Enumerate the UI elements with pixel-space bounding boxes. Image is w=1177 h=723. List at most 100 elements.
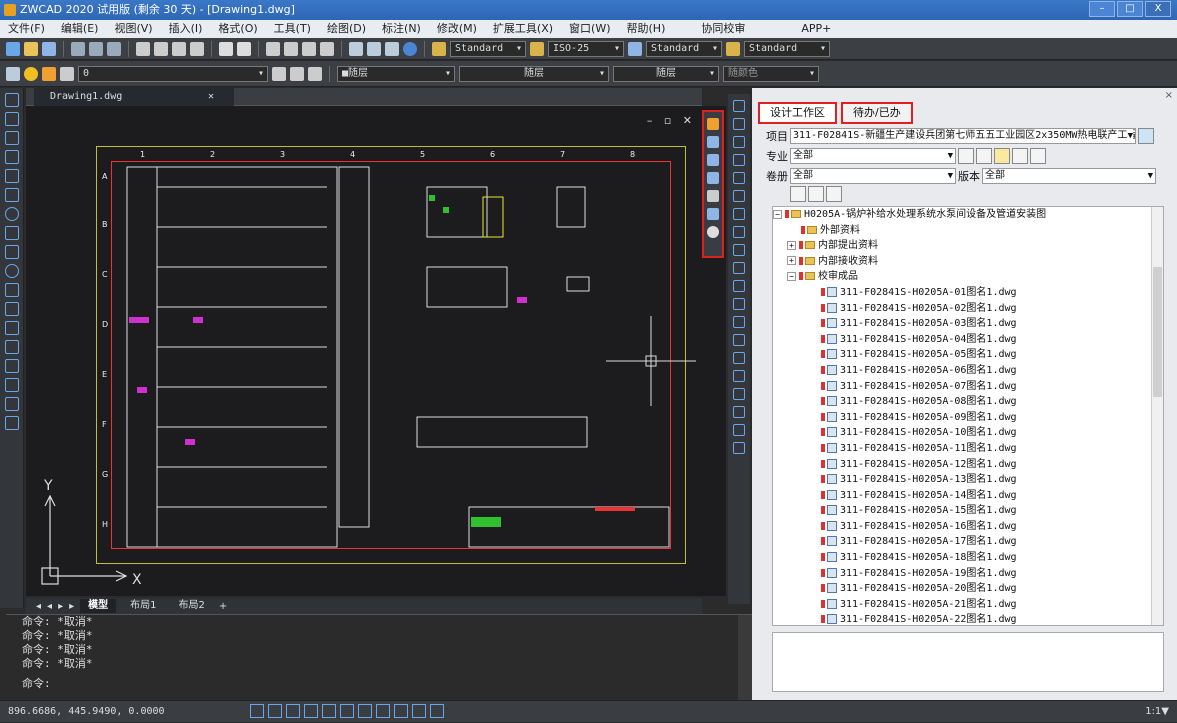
publish-icon[interactable] [107,41,121,56]
polar-toggle-icon[interactable] [304,704,318,718]
layer-previous-icon[interactable] [290,66,304,81]
nav-next-icon[interactable]: ▸ [58,601,63,612]
close-tab-icon[interactable]: ✕ [208,88,214,106]
file-item[interactable]: 311-F02841S-H0205A-03图名1.dwg [773,316,1163,332]
polyline-tool-icon[interactable] [4,112,19,126]
undo-icon[interactable] [219,41,233,56]
layer-on-icon[interactable] [24,66,38,81]
nav-last-icon[interactable]: ▸ [69,601,74,612]
file-item[interactable]: 311-F02841S-H0205A-01图名1.dwg [773,285,1163,301]
file-item[interactable]: 311-F02841S-H0205A-09图名1.dwg [773,410,1163,426]
circle-tool-icon[interactable] [4,207,19,221]
revcloud-tool-icon[interactable] [4,226,19,240]
search-button[interactable] [976,148,992,164]
collab-open-icon[interactable] [707,118,719,130]
file-item[interactable]: 311-F02841S-H0205A-22图名1.dwg [773,612,1163,625]
file-item[interactable]: 311-F02841S-H0205A-02图名1.dwg [773,301,1163,317]
file-item[interactable]: 311-F02841S-H0205A-10图名1.dwg [773,425,1163,441]
volume-select[interactable]: 全部 ▼ [790,168,956,184]
nav-first-icon[interactable]: ◂ [36,601,41,612]
scrollbar-thumb[interactable] [1153,267,1162,397]
polygon-tool-icon[interactable] [4,150,19,164]
file-item[interactable]: 311-F02841S-H0205A-14图名1.dwg [773,488,1163,504]
match-prop-icon[interactable] [190,41,204,56]
add-layout-icon[interactable]: + [219,601,227,612]
point-tool-icon[interactable] [4,340,19,354]
osnap-toggle-icon[interactable] [322,704,336,718]
tree-folder[interactable]: 外部资料 [773,223,1163,239]
collab-help-icon[interactable] [707,208,719,220]
file-item[interactable]: 311-F02841S-H0205A-15图名1.dwg [773,503,1163,519]
file-item[interactable]: 311-F02841S-H0205A-12图名1.dwg [773,457,1163,473]
mirror-tool-icon[interactable] [733,136,745,148]
copy-icon[interactable] [154,41,168,56]
menu-app-plus[interactable]: APP+ [793,20,839,38]
annotation-scale[interactable]: 1:1▼ [1145,701,1169,723]
file-item[interactable]: 311-F02841S-H0205A-18图名1.dwg [773,550,1163,566]
offset-tool-icon[interactable] [733,154,745,166]
hatch-tool-icon[interactable] [4,359,19,373]
dyn-toggle-icon[interactable] [358,704,372,718]
chamfer-tool-icon[interactable] [733,334,745,346]
color-select[interactable]: ■随层 ▾ [337,65,455,82]
print-icon[interactable] [71,41,85,56]
layer-freeze-icon[interactable] [42,66,56,81]
align-tool-icon[interactable] [733,406,745,418]
insert-block-tool-icon[interactable] [4,302,19,316]
tab-todo-done[interactable]: 待办/已办 [841,102,913,124]
break-tool-icon[interactable] [733,298,745,310]
panel-close-icon[interactable]: × [1165,90,1173,101]
properties-icon[interactable] [349,41,363,56]
menu-insert[interactable]: 插入(I) [161,20,211,38]
file-item[interactable]: 311-F02841S-H0205A-21图名1.dwg [773,597,1163,613]
menu-file[interactable]: 文件(F) [0,20,53,38]
file-item[interactable]: 311-F02841S-H0205A-08图名1.dwg [773,394,1163,410]
ortho-toggle-icon[interactable] [286,704,300,718]
collapse-icon[interactable]: − [773,209,782,219]
join-tool-icon[interactable] [733,316,745,328]
version-select[interactable]: 全部 ▼ [982,168,1156,184]
file-item[interactable]: 311-F02841S-H0205A-13图名1.dwg [773,472,1163,488]
file-tree[interactable]: − H0205A-锅炉补给水处理系统水泵间设备及管道安装图 外部资料 + 内部提出资… [772,206,1164,626]
fillet-tool-icon[interactable] [733,352,745,364]
menu-window[interactable]: 窗口(W) [561,20,618,38]
project-select[interactable]: 311-F02841S-新疆生产建设兵团第七师五五工业园区2x350MW热电联产… [790,128,1136,144]
command-scrollbar[interactable] [738,615,752,701]
grid-toggle-icon[interactable] [268,704,282,718]
layer-manager-icon[interactable] [6,66,20,81]
download-button[interactable] [790,186,806,202]
zoom-icon[interactable] [284,41,298,56]
lineweight-select[interactable]: 随层 ▾ [613,65,719,82]
plotstyle-select[interactable]: 随颜色 ▾ [723,65,819,82]
design-center-icon[interactable] [367,41,381,56]
file-item[interactable]: 311-F02841S-H0205A-20图名1.dwg [773,581,1163,597]
layer-lock-icon[interactable] [60,66,74,81]
rotate-tool-icon[interactable] [733,208,745,220]
tab-drawing1[interactable]: Drawing1.dwg ✕ [34,88,234,106]
sc-toggle-icon[interactable] [430,704,444,718]
menu-modify[interactable]: 修改(M) [429,20,485,38]
drawing-canvas[interactable]: – ▫ ✕ A B C D E F G H 1 2 3 4 5 6 7 8 Y … [26,106,726,596]
qp-toggle-icon[interactable] [412,704,426,718]
file-item[interactable]: 311-F02841S-H0205A-19图名1.dwg [773,566,1163,582]
explode-tool-icon[interactable] [733,370,745,382]
file-item[interactable]: 311-F02841S-H0205A-16图名1.dwg [773,519,1163,535]
pan-icon[interactable] [266,41,280,56]
close-viewport-icon[interactable]: ✕ [683,114,692,127]
maximize-button[interactable]: □ [1117,1,1143,17]
dim-style-select[interactable]: ISO-25 ▾ [548,40,624,57]
mleader-style-select[interactable]: Standard ▾ [744,40,830,57]
new-icon[interactable] [6,41,20,56]
zoom-window-icon[interactable] [302,41,316,56]
menu-edit[interactable]: 编辑(E) [53,20,107,38]
file-item[interactable]: 311-F02841S-H0205A-04图名1.dwg [773,332,1163,348]
tab-design-workspace[interactable]: 设计工作区 [758,102,837,124]
text-style-select[interactable]: Standard ▾ [450,40,526,57]
move-tool-icon[interactable] [733,190,745,202]
menu-help[interactable]: 帮助(H) [619,20,674,38]
layer-select[interactable]: 0 ▾ [78,65,268,82]
tab-layout1[interactable]: 布局1 [122,599,164,613]
file-item[interactable]: 311-F02841S-H0205A-07图名1.dwg [773,379,1163,395]
menu-collab-review[interactable]: 协同校审 [693,20,753,38]
draworder-tool-icon[interactable] [733,442,745,454]
